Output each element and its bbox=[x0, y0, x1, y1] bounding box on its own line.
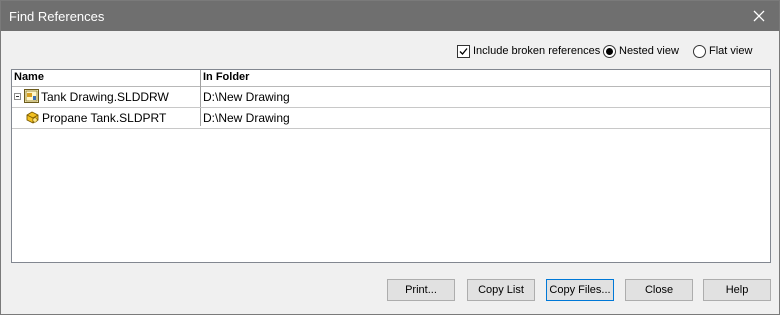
include-broken-label: Include broken references bbox=[473, 45, 601, 57]
close-button[interactable]: Close bbox=[625, 279, 693, 301]
copy-files-button[interactable]: Copy Files... bbox=[546, 279, 614, 301]
nested-view-option[interactable]: Nested view bbox=[603, 43, 679, 59]
row-name: Tank Drawing.SLDDRW bbox=[41, 90, 169, 104]
table-row[interactable]: Tank Drawing.SLDDRW D:\New Drawing bbox=[12, 87, 770, 108]
flat-view-label: Flat view bbox=[709, 45, 753, 57]
help-button[interactable]: Help bbox=[703, 279, 771, 301]
flat-view-radio[interactable] bbox=[693, 44, 706, 58]
collapse-toggle-icon[interactable] bbox=[14, 93, 21, 100]
find-references-dialog: Find References Include broken reference… bbox=[0, 0, 780, 315]
include-broken-references-option[interactable]: Include broken references bbox=[457, 43, 600, 59]
dialog-title: Find References bbox=[9, 9, 105, 24]
nested-view-label: Nested view bbox=[619, 45, 679, 57]
copy-list-button[interactable]: Copy List bbox=[467, 279, 535, 301]
table-row[interactable]: Propane Tank.SLDPRT D:\New Drawing bbox=[12, 108, 770, 129]
title-bar: Find References bbox=[1, 1, 779, 31]
flat-view-option[interactable]: Flat view bbox=[693, 43, 752, 59]
checkmark-icon bbox=[459, 47, 468, 55]
close-icon bbox=[753, 10, 765, 22]
close-window-button[interactable] bbox=[739, 1, 779, 31]
part-icon bbox=[25, 110, 40, 128]
drawing-icon bbox=[24, 89, 39, 106]
print-button[interactable]: Print... bbox=[387, 279, 455, 301]
column-header-in-folder[interactable]: In Folder bbox=[203, 71, 249, 83]
list-header: Name In Folder bbox=[12, 70, 770, 87]
row-folder: D:\New Drawing bbox=[203, 90, 290, 104]
references-list[interactable]: Name In Folder Tank Drawing.SLDDRW D:\Ne… bbox=[11, 69, 771, 263]
column-header-name[interactable]: Name bbox=[14, 71, 44, 83]
nested-view-radio[interactable] bbox=[603, 44, 616, 58]
include-broken-checkbox[interactable] bbox=[457, 44, 470, 58]
row-name: Propane Tank.SLDPRT bbox=[42, 111, 167, 125]
row-folder: D:\New Drawing bbox=[203, 111, 290, 125]
radio-selected-dot bbox=[606, 47, 613, 55]
